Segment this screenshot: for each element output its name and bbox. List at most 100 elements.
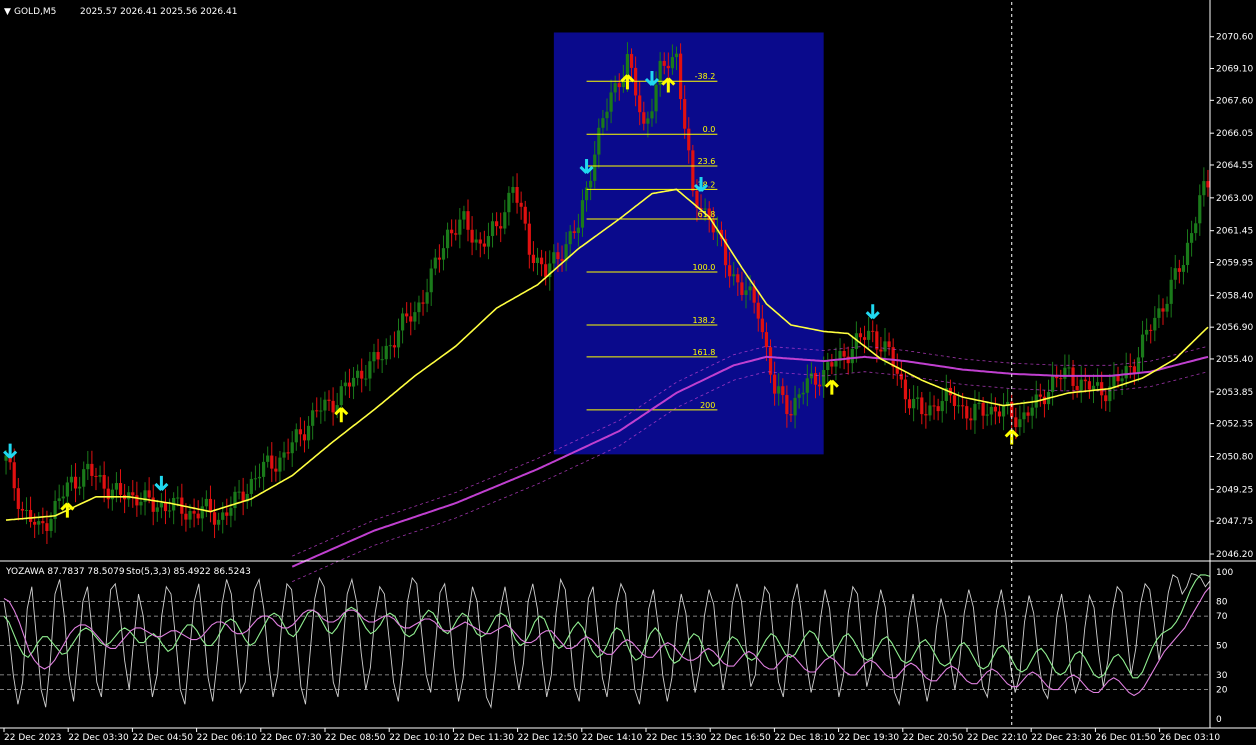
bull-candle[interactable] — [883, 341, 887, 352]
bull-candle[interactable] — [139, 501, 143, 506]
bull-candle[interactable] — [351, 377, 356, 387]
bear-candle[interactable] — [1149, 329, 1153, 331]
bull-candle[interactable] — [343, 382, 347, 387]
bear-candle[interactable] — [225, 512, 229, 516]
bear-candle[interactable] — [887, 341, 891, 348]
bear-candle[interactable] — [969, 418, 973, 421]
bear-candle[interactable] — [773, 374, 777, 394]
bull-candle[interactable] — [217, 519, 221, 525]
bull-candle[interactable] — [1140, 334, 1145, 358]
bull-candle[interactable] — [114, 483, 119, 490]
bull-candle[interactable] — [1001, 406, 1006, 417]
bear-candle[interactable] — [392, 345, 397, 348]
bear-candle[interactable] — [298, 429, 302, 435]
bear-candle[interactable] — [212, 512, 217, 525]
bull-candle[interactable] — [613, 83, 617, 93]
bull-candle[interactable] — [1136, 357, 1141, 373]
bear-candle[interactable] — [740, 282, 744, 295]
bear-candle[interactable] — [135, 495, 139, 506]
bull-candle[interactable] — [24, 509, 29, 511]
bull-candle[interactable] — [1091, 385, 1096, 390]
bull-candle[interactable] — [744, 290, 748, 295]
bull-candle[interactable] — [507, 192, 511, 213]
bull-candle[interactable] — [388, 345, 392, 347]
bear-candle[interactable] — [965, 406, 969, 419]
bull-candle[interactable] — [1153, 317, 1157, 331]
bear-candle[interactable] — [924, 414, 928, 416]
bull-candle[interactable] — [674, 53, 679, 58]
bear-candle[interactable] — [862, 337, 867, 340]
bear-candle[interactable] — [781, 386, 785, 396]
bear-candle[interactable] — [33, 521, 37, 525]
bear-candle[interactable] — [687, 128, 691, 151]
bear-candle[interactable] — [981, 402, 985, 416]
bear-candle[interactable] — [768, 347, 773, 375]
bull-candle[interactable] — [576, 227, 580, 234]
bear-candle[interactable] — [495, 221, 499, 227]
bull-candle[interactable] — [417, 302, 421, 313]
bear-candle[interactable] — [118, 483, 123, 495]
bull-candle[interactable] — [110, 489, 114, 500]
bull-candle[interactable] — [1022, 412, 1026, 420]
bull-candle[interactable] — [1120, 378, 1124, 382]
bull-candle[interactable] — [1051, 375, 1055, 393]
bear-candle[interactable] — [45, 523, 49, 531]
bear-candle[interactable] — [409, 316, 413, 322]
bull-candle[interactable] — [609, 92, 613, 112]
bull-candle[interactable] — [1169, 279, 1173, 304]
bear-candle[interactable] — [1161, 308, 1165, 312]
trading-chart[interactable]: -38.20.023.638.261.8100.0138.2161.8200 2… — [0, 0, 1256, 745]
bull-candle[interactable] — [65, 482, 69, 497]
bull-candle[interactable] — [282, 452, 286, 458]
bull-candle[interactable] — [1157, 308, 1161, 318]
bear-candle[interactable] — [830, 362, 834, 367]
bull-candle[interactable] — [429, 268, 433, 293]
bear-candle[interactable] — [936, 406, 940, 412]
bear-candle[interactable] — [813, 373, 818, 385]
bear-candle[interactable] — [691, 150, 695, 191]
bull-candle[interactable] — [1173, 268, 1177, 280]
bull-candle[interactable] — [200, 506, 204, 519]
bull-candle[interactable] — [396, 330, 401, 348]
bear-candle[interactable] — [1075, 385, 1079, 391]
bear-candle[interactable] — [470, 229, 474, 243]
bull-candle[interactable] — [323, 399, 327, 411]
bear-candle[interactable] — [196, 513, 200, 519]
bull-candle[interactable] — [458, 219, 462, 235]
bear-candle[interactable] — [1042, 396, 1047, 405]
bear-candle[interactable] — [907, 399, 912, 409]
bull-candle[interactable] — [176, 497, 180, 499]
bull-candle[interactable] — [384, 345, 388, 360]
bear-candle[interactable] — [871, 330, 875, 332]
bull-candle[interactable] — [1185, 242, 1190, 266]
bull-candle[interactable] — [380, 359, 384, 361]
bull-candle[interactable] — [319, 410, 323, 412]
bull-candle[interactable] — [306, 425, 311, 441]
bear-candle[interactable] — [903, 379, 908, 400]
bear-candle[interactable] — [274, 468, 278, 472]
bull-candle[interactable] — [339, 386, 343, 406]
bear-candle[interactable] — [270, 455, 274, 469]
bull-candle[interactable] — [1181, 265, 1186, 272]
bull-candle[interactable] — [249, 478, 253, 494]
bull-candle[interactable] — [646, 118, 650, 124]
bull-candle[interactable] — [928, 405, 932, 416]
bull-candle[interactable] — [826, 362, 830, 371]
bear-candle[interactable] — [1116, 375, 1120, 382]
bear-candle[interactable] — [785, 395, 789, 415]
bear-candle[interactable] — [544, 264, 548, 277]
bear-candle[interactable] — [527, 223, 531, 255]
bull-candle[interactable] — [278, 457, 282, 472]
bull-candle[interactable] — [311, 410, 315, 426]
bull-candle[interactable] — [589, 180, 593, 188]
bull-candle[interactable] — [425, 292, 429, 304]
bear-candle[interactable] — [482, 243, 486, 247]
bull-candle[interactable] — [568, 231, 572, 245]
bull-candle[interactable] — [159, 502, 163, 508]
bull-candle[interactable] — [1079, 379, 1083, 391]
bear-candle[interactable] — [1206, 181, 1210, 188]
bear-candle[interactable] — [28, 509, 33, 522]
bull-candle[interactable] — [503, 212, 507, 229]
bear-candle[interactable] — [756, 302, 760, 319]
bull-candle[interactable] — [940, 401, 944, 412]
